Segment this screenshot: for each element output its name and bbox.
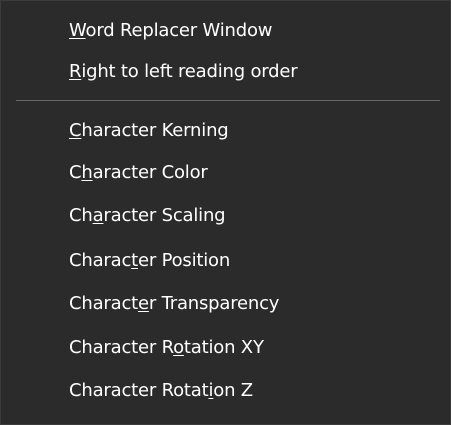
menu-item-character-kerning[interactable]: Character Kerning	[69, 116, 229, 146]
menu-item-character-transparency[interactable]: Character Transparency	[69, 289, 279, 319]
menu-item-character-scaling[interactable]: Character Scaling	[69, 201, 226, 231]
menu-item-right-to-left-reading-order[interactable]: Right to left reading order	[69, 57, 298, 87]
menu-item-word-replacer-window[interactable]: Word Replacer Window	[69, 16, 272, 46]
menu-item-character-position[interactable]: Character Position	[69, 246, 230, 276]
menu-item-character-color[interactable]: Character Color	[69, 158, 208, 188]
menu-separator	[16, 100, 440, 101]
menu-item-character-rotation-z[interactable]: Character Rotation Z	[69, 376, 253, 406]
menu-item-character-rotation-xy[interactable]: Character Rotation XY	[69, 333, 264, 363]
context-menu: Word Replacer Window Right to left readi…	[0, 0, 451, 425]
